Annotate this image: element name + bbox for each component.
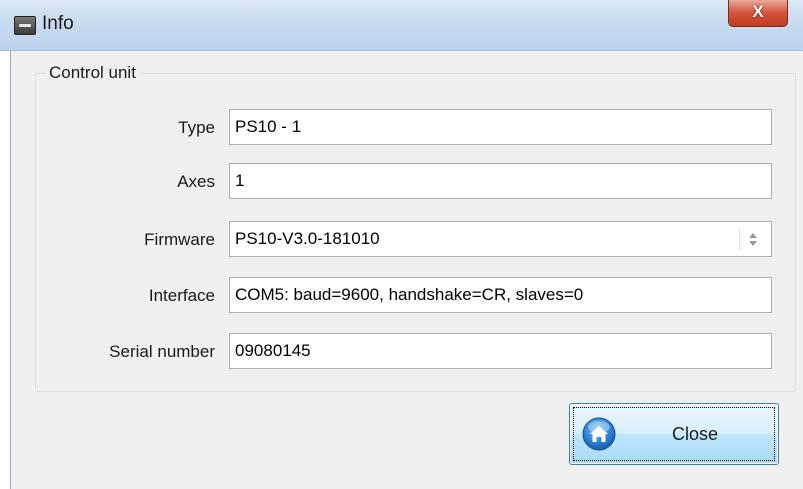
firmware-spinner[interactable] [739, 223, 770, 255]
dialog-body: Control unit Type Axes Firmware Interfac… [10, 51, 803, 489]
window-title: Info [42, 13, 74, 34]
axes-label: Axes [177, 172, 215, 191]
window-close-button[interactable]: X [728, 0, 788, 27]
serial-number-label: Serial number [109, 342, 215, 361]
axes-field[interactable] [229, 163, 772, 199]
group-legend: Control unit [45, 63, 140, 83]
interface-label: Interface [148, 286, 215, 305]
close-button-label: Close [671, 424, 719, 444]
spin-up-icon[interactable] [749, 233, 757, 238]
interface-field[interactable] [229, 277, 772, 313]
type-field[interactable] [229, 109, 772, 145]
type-label: Type [178, 118, 215, 137]
serial-number-field[interactable] [229, 333, 772, 369]
home-icon [582, 417, 616, 451]
spin-down-icon[interactable] [749, 241, 757, 246]
firmware-label: Firmware [144, 230, 215, 249]
close-button[interactable]: Close [569, 403, 779, 465]
info-dialog: Info X Control unit Type Axes Firmware I… [0, 0, 803, 489]
app-icon [14, 16, 36, 35]
firmware-field[interactable] [229, 221, 772, 257]
title-bar[interactable]: Info X [0, 0, 803, 51]
